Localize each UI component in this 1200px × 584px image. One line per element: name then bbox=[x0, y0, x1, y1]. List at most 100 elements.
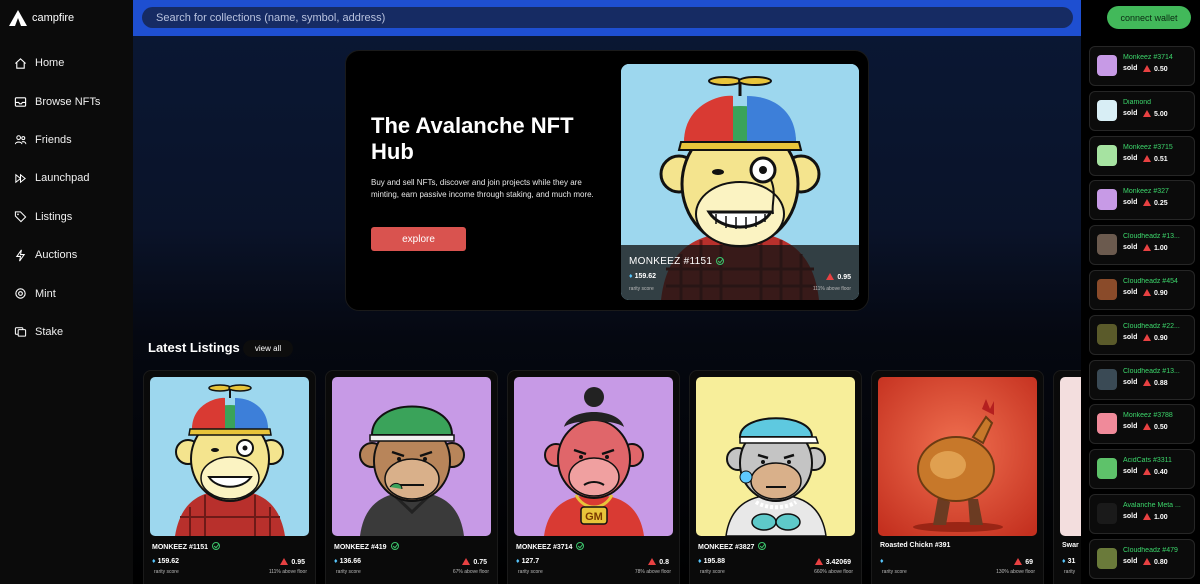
home-icon bbox=[15, 57, 26, 69]
sale-price: 0.90 bbox=[1143, 288, 1168, 297]
sale-price: 1.00 bbox=[1143, 244, 1168, 252]
inbox-icon bbox=[14, 97, 27, 107]
rarity-label: rarity score bbox=[518, 569, 543, 575]
nft-image: GM bbox=[514, 377, 673, 536]
brand-logo[interactable]: campfire bbox=[0, 0, 133, 36]
view-all-button[interactable]: view all bbox=[243, 340, 293, 357]
sale-item[interactable]: Cloudheadz #22... sold 0.90 bbox=[1089, 314, 1195, 355]
sale-name: Monkeez #3715 bbox=[1123, 143, 1173, 151]
diamond-icon: ♦ bbox=[516, 558, 520, 565]
avax-icon bbox=[1143, 199, 1151, 207]
sale-item[interactable]: Avalanche Meta ... sold 1.00 bbox=[1089, 493, 1195, 534]
diamond-icon: ♦ bbox=[629, 273, 633, 280]
avax-icon bbox=[814, 558, 823, 565]
sale-price: 0.88 bbox=[1143, 378, 1168, 387]
sale-item[interactable]: Cloudheadz #13... sold 1.00 bbox=[1089, 225, 1195, 266]
floor-label: 78% above floor bbox=[634, 569, 671, 575]
nft-price: 69 bbox=[1014, 558, 1033, 566]
sale-price: 0.25 bbox=[1143, 199, 1168, 207]
rarity-label: rarity score bbox=[700, 569, 725, 575]
users-icon bbox=[14, 135, 27, 145]
rarity-label: rarity score bbox=[882, 569, 907, 575]
featured-nft-card[interactable]: MONKEEZ #1151 ♦ 159.62 rarity score 0.95 … bbox=[621, 64, 859, 300]
listing-card[interactable]: GM MONKEEZ #3714 ♦ 127.7 rarity score 0.… bbox=[507, 370, 680, 584]
nav-item-friends[interactable]: Friends bbox=[0, 121, 133, 159]
nav-item-label: Friends bbox=[35, 133, 72, 146]
verified-icon bbox=[212, 542, 221, 550]
sale-price: 5.00 bbox=[1143, 109, 1168, 118]
sale-status: sold bbox=[1123, 199, 1138, 207]
sale-item[interactable]: Cloudheadz #479 sold 0.80 bbox=[1089, 538, 1195, 579]
floor-label: 67% above floor bbox=[452, 569, 489, 575]
sale-item[interactable]: Diamond sold 5.00 bbox=[1089, 90, 1195, 131]
main-content: The Avalanche NFT Hub Buy and sell NFTs,… bbox=[133, 36, 1081, 584]
sale-price: 0.50 bbox=[1143, 423, 1168, 431]
nav-item-label: Browse NFTs bbox=[35, 95, 101, 108]
diamond-icon: ♦ bbox=[880, 558, 884, 565]
sale-item[interactable]: Cloudheadz #454 sold 0.90 bbox=[1089, 269, 1195, 310]
search-input[interactable] bbox=[142, 7, 1073, 28]
nav-item-stake[interactable]: Stake bbox=[0, 313, 133, 351]
nav-item-label: Home bbox=[35, 57, 65, 70]
verified-icon bbox=[716, 257, 725, 265]
nft-rarity: ♦ 159.62 bbox=[152, 558, 179, 565]
sale-thumbnail bbox=[1097, 413, 1117, 435]
sale-name: Monkeez #3788 bbox=[1123, 412, 1173, 420]
sale-thumbnail bbox=[1097, 144, 1117, 166]
nav-item-browse-nfts[interactable]: Browse NFTs bbox=[0, 82, 133, 120]
listing-card[interactable]: MONKEEZ #1151 ♦ 159.62 rarity score 0.95 … bbox=[143, 370, 316, 584]
sale-item[interactable]: Monkeez #3714 sold 0.50 bbox=[1089, 46, 1195, 86]
nav-item-launchpad[interactable]: Launchpad bbox=[0, 159, 133, 197]
mint-icon bbox=[15, 288, 26, 299]
nav-item-mint[interactable]: Mint bbox=[0, 274, 133, 312]
nft-name: MONKEEZ #419 bbox=[334, 542, 399, 551]
sale-item[interactable]: Monkeez #3715 sold 0.51 bbox=[1089, 135, 1195, 176]
sale-name: Cloudheadz #13... bbox=[1123, 233, 1180, 241]
avax-icon bbox=[1143, 378, 1151, 386]
avax-icon bbox=[1143, 288, 1151, 296]
sale-item[interactable]: Cloudheadz #13... sold 0.88 bbox=[1089, 359, 1195, 400]
sale-item[interactable]: AcidCats #3311 sold 0.40 bbox=[1089, 449, 1195, 490]
floor-label: 111% above floor bbox=[812, 286, 851, 292]
listing-card[interactable]: Roasted Chickn #391 ♦ rarity score 69 13… bbox=[871, 370, 1044, 584]
avax-icon bbox=[1143, 65, 1151, 72]
avax-icon bbox=[1143, 154, 1151, 162]
avax-icon bbox=[1143, 423, 1151, 431]
top-bar bbox=[133, 0, 1081, 36]
listing-card[interactable]: MONKEEZ #3827 ♦ 195.88 rarity score 3.420… bbox=[689, 370, 862, 584]
avax-icon bbox=[1014, 558, 1023, 565]
recent-sales-feed: Monkeez #3714 sold 0.50 Diamond sold 5.00 Monk… bbox=[1089, 46, 1195, 584]
brand-name: campfire bbox=[32, 12, 75, 24]
floor-label: 660% above floor bbox=[814, 569, 853, 575]
sale-item[interactable]: Monkeez #327 sold 0.25 bbox=[1089, 180, 1195, 221]
floor-label: 130% above floor bbox=[996, 569, 1035, 575]
sale-status: sold bbox=[1123, 512, 1138, 520]
nav-item-home[interactable]: Home bbox=[0, 44, 133, 82]
nft-image bbox=[1060, 377, 1081, 536]
listing-card[interactable]: Swar ♦ 31 rarity bbox=[1053, 370, 1081, 584]
nft-price: 0.95 bbox=[280, 558, 305, 566]
sale-name: Cloudheadz #454 bbox=[1123, 277, 1178, 285]
sale-item[interactable]: Monkeez #3788 sold 0.50 bbox=[1089, 404, 1195, 445]
sale-status: sold bbox=[1123, 65, 1138, 72]
nft-rarity: ♦ 31 bbox=[1062, 558, 1076, 565]
rarity-label: rarity score bbox=[629, 286, 654, 292]
nav-item-listings[interactable]: Listings bbox=[0, 198, 133, 236]
nav-item-label: Listings bbox=[35, 210, 73, 223]
sale-status: sold bbox=[1123, 244, 1138, 252]
featured-nft-price: 0.95 bbox=[826, 273, 851, 281]
connect-wallet-button[interactable]: connect wallet bbox=[1107, 6, 1191, 29]
listings-row: MONKEEZ #1151 ♦ 159.62 rarity score 0.95 … bbox=[143, 370, 1081, 584]
nav-item-label: Auctions bbox=[35, 249, 78, 262]
sale-name: Cloudheadz #22... bbox=[1123, 322, 1180, 330]
nav-item-auctions[interactable]: Auctions bbox=[0, 236, 133, 274]
avax-icon bbox=[1143, 109, 1151, 117]
sale-thumbnail bbox=[1097, 234, 1117, 256]
sale-name: Cloudheadz #479 bbox=[1123, 546, 1178, 554]
nft-name: MONKEEZ #3827 bbox=[698, 542, 767, 551]
nft-price: 3.42069 bbox=[814, 558, 851, 566]
sale-thumbnail bbox=[1097, 323, 1117, 345]
explore-button[interactable]: explore bbox=[371, 227, 466, 251]
listing-card[interactable]: MONKEEZ #419 ♦ 136.66 rarity score 0.75 6… bbox=[325, 370, 498, 584]
diamond-icon: ♦ bbox=[152, 558, 156, 565]
